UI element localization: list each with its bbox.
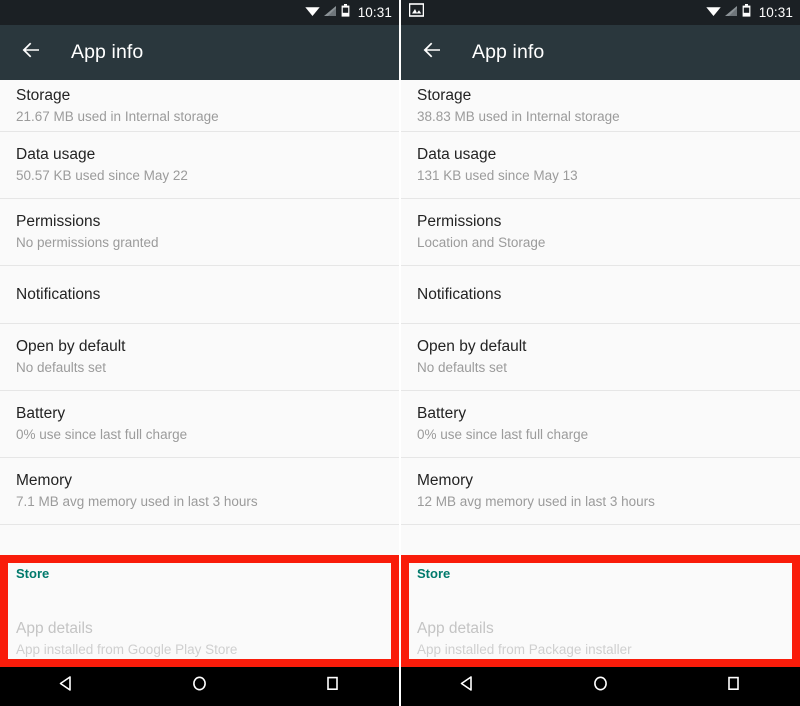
list-item-subtitle: No defaults set	[417, 360, 508, 375]
nav-recents-button[interactable]	[303, 665, 363, 706]
back-button[interactable]	[415, 36, 449, 70]
list-item-title: Permissions	[417, 213, 502, 230]
app-bar: App info	[0, 25, 399, 80]
dual-screenshot-comparison: 10:31 App info Storage 21.67 MB used in …	[0, 0, 800, 706]
nav-home-button[interactable]	[170, 665, 230, 706]
wifi-icon	[305, 4, 320, 22]
list-item-title: App details	[417, 620, 494, 637]
list-item-title: Storage	[16, 87, 71, 104]
app-bar: App info	[401, 25, 800, 80]
list-item-data-usage[interactable]: Data usage 50.57 KB used since May 22	[0, 132, 399, 199]
nav-home-icon	[592, 675, 609, 697]
list-item-title: Open by default	[417, 338, 527, 355]
list-item-subtitle: 21.67 MB used in Internal storage	[16, 109, 219, 124]
list-item-title: Memory	[417, 472, 473, 489]
page-title: App info	[71, 41, 144, 63]
nav-back-button[interactable]	[37, 665, 97, 706]
status-notification-area	[408, 3, 706, 22]
list-item-subtitle: No permissions granted	[16, 235, 159, 250]
list-item-storage[interactable]: Storage 38.83 MB used in Internal storag…	[401, 80, 800, 132]
list-item-permissions[interactable]: Permissions Location and Storage	[401, 199, 800, 266]
battery-icon	[742, 3, 751, 22]
list-item-battery[interactable]: Battery 0% use since last full charge	[401, 391, 800, 458]
battery-icon	[341, 3, 350, 22]
list-item-memory[interactable]: Memory 7.1 MB avg memory used in last 3 …	[0, 458, 399, 525]
store-section-wrapper: Store App details App installed from Pac…	[401, 555, 800, 667]
store-section: Store App details App installed from Goo…	[0, 555, 399, 665]
list-item-app-details[interactable]: App details App installed from Package i…	[417, 618, 784, 659]
list-item-title: Data usage	[16, 146, 96, 163]
list-item-notifications[interactable]: Notifications	[0, 266, 399, 324]
nav-home-icon	[191, 675, 208, 697]
navigation-bar	[0, 665, 399, 706]
list-item-subtitle: 38.83 MB used in Internal storage	[417, 109, 620, 124]
list-item-title: Notifications	[16, 285, 101, 303]
nav-recents-icon	[725, 675, 742, 697]
back-button[interactable]	[14, 36, 48, 70]
list-item-subtitle: App installed from Google Play Store	[16, 642, 238, 657]
right-phone-screen: 10:31 App info Storage 38.83 MB used in …	[401, 0, 800, 706]
nav-back-icon	[58, 675, 75, 697]
list-item-data-usage[interactable]: Data usage 131 KB used since May 13	[401, 132, 800, 199]
list-item-notifications[interactable]: Notifications	[401, 266, 800, 324]
list-item-subtitle: 7.1 MB avg memory used in last 3 hours	[16, 494, 258, 509]
list-item-title: Data usage	[417, 146, 497, 163]
app-info-list[interactable]: Storage 21.67 MB used in Internal storag…	[0, 80, 399, 555]
list-item-subtitle: 50.57 KB used since May 22	[16, 168, 188, 183]
app-info-list[interactable]: Storage 38.83 MB used in Internal storag…	[401, 80, 800, 555]
nav-home-button[interactable]	[571, 665, 631, 706]
screenshot-image-icon	[408, 3, 425, 22]
navigation-bar	[401, 665, 800, 706]
list-item-subtitle: No defaults set	[16, 360, 107, 375]
status-clock: 10:31	[357, 4, 392, 20]
signal-icon	[724, 4, 738, 22]
status-system-icons: 10:31	[706, 3, 793, 22]
status-system-icons: 10:31	[305, 3, 392, 22]
nav-back-icon	[459, 675, 476, 697]
list-item-title: Storage	[417, 87, 472, 104]
nav-recents-icon	[324, 675, 341, 697]
list-item-title: App details	[16, 620, 93, 637]
left-phone-screen: 10:31 App info Storage 21.67 MB used in …	[0, 0, 399, 706]
list-item-memory[interactable]: Memory 12 MB avg memory used in last 3 h…	[401, 458, 800, 525]
list-item-subtitle: 0% use since last full charge	[16, 427, 188, 442]
store-section-header: Store	[16, 566, 50, 581]
store-section: Store App details App installed from Pac…	[401, 555, 800, 665]
list-item-subtitle: App installed from Package installer	[417, 642, 632, 657]
back-arrow-icon	[420, 38, 444, 67]
list-item-subtitle: 12 MB avg memory used in last 3 hours	[417, 494, 655, 509]
list-item-open-by-default[interactable]: Open by default No defaults set	[0, 324, 399, 391]
nav-recents-button[interactable]	[704, 665, 764, 706]
list-item-title: Battery	[16, 405, 66, 422]
list-item-subtitle: 131 KB used since May 13	[417, 168, 578, 183]
signal-icon	[323, 4, 337, 22]
list-item-storage[interactable]: Storage 21.67 MB used in Internal storag…	[0, 80, 399, 132]
nav-back-button[interactable]	[438, 665, 498, 706]
list-item-subtitle: 0% use since last full charge	[417, 427, 589, 442]
status-bar: 10:31	[0, 0, 399, 25]
list-item-battery[interactable]: Battery 0% use since last full charge	[0, 391, 399, 458]
list-item-title: Permissions	[16, 213, 101, 230]
status-bar: 10:31	[401, 0, 800, 25]
list-item-permissions[interactable]: Permissions No permissions granted	[0, 199, 399, 266]
list-item-subtitle: Location and Storage	[417, 235, 546, 250]
status-clock: 10:31	[758, 4, 793, 20]
page-title: App info	[472, 41, 545, 63]
list-item-open-by-default[interactable]: Open by default No defaults set	[401, 324, 800, 391]
wifi-icon	[706, 4, 721, 22]
list-item-title: Notifications	[417, 285, 502, 303]
store-section-header: Store	[417, 566, 451, 581]
list-item-app-details[interactable]: App details App installed from Google Pl…	[16, 618, 383, 659]
store-section-wrapper: Store App details App installed from Goo…	[0, 555, 399, 667]
list-item-title: Memory	[16, 472, 72, 489]
list-item-title: Battery	[417, 405, 467, 422]
back-arrow-icon	[19, 38, 43, 67]
list-item-title: Open by default	[16, 338, 126, 355]
